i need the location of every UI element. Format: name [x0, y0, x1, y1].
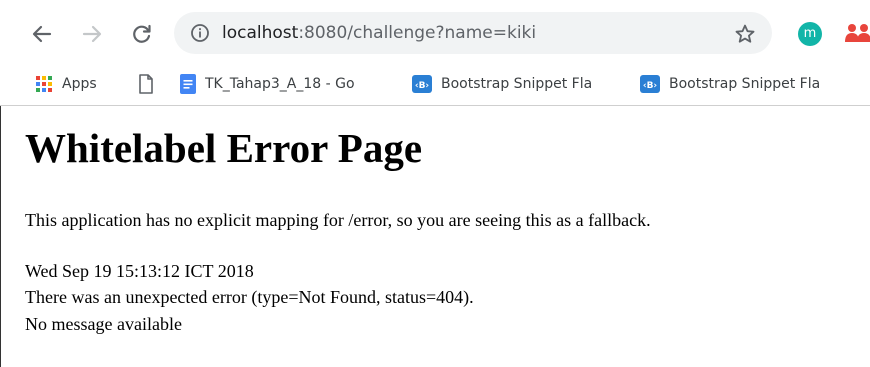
apps-grid-icon — [35, 75, 53, 93]
page-title: Whitelabel Error Page — [25, 125, 423, 171]
bookmarks-bar: Apps TK_Tahap3_A_18 - Go ‹B› Bootstrap S… — [0, 66, 870, 102]
bootstrap-icon: ‹B› — [412, 75, 432, 93]
google-docs-icon — [180, 74, 196, 94]
bookmark-bootstrap-snippet-2[interactable]: ‹B› Bootstrap Snippet Fla — [640, 72, 852, 96]
page-content: Whitelabel Error Page This application h… — [0, 106, 870, 367]
browser-chrome: localhost:8080/challenge?name=kiki m App… — [0, 0, 870, 106]
profile-avatar[interactable]: m — [798, 22, 822, 46]
reload-button[interactable] — [130, 22, 154, 46]
bookmark-blank-page[interactable] — [138, 72, 162, 96]
bookmark-label: Apps — [62, 76, 97, 92]
error-explanation: This application has no explicit mapping… — [25, 210, 651, 230]
forward-button[interactable] — [80, 22, 104, 46]
url-text[interactable]: localhost:8080/challenge?name=kiki — [222, 22, 536, 44]
back-arrow-icon — [32, 25, 52, 43]
bookmark-label: Bootstrap Snippet Fla — [669, 76, 821, 92]
url-host: localhost — [222, 23, 299, 43]
browser-toolbar: localhost:8080/challenge?name=kiki m — [0, 10, 870, 58]
forward-arrow-icon — [82, 25, 102, 43]
svg-text:‹B›: ‹B› — [415, 81, 430, 91]
reload-icon — [133, 24, 151, 43]
address-bar[interactable]: localhost:8080/challenge?name=kiki — [174, 12, 772, 54]
bookmark-bootstrap-snippet-1[interactable]: ‹B› Bootstrap Snippet Fla — [412, 72, 622, 96]
svg-text:‹B›: ‹B› — [643, 81, 658, 91]
error-timestamp: Wed Sep 19 15:13:12 ICT 2018 — [25, 261, 254, 281]
url-path: :8080/challenge?name=kiki — [298, 23, 537, 43]
bookmark-apps[interactable]: Apps — [35, 72, 115, 96]
bookmark-tk-tahap3[interactable]: TK_Tahap3_A_18 - Go — [180, 72, 388, 96]
back-button[interactable] — [30, 22, 54, 46]
bootstrap-icon: ‹B› — [640, 75, 660, 93]
site-info-icon[interactable] — [190, 23, 210, 43]
bookmark-star-icon[interactable] — [734, 23, 756, 45]
bookmark-label: Bootstrap Snippet Fla — [441, 76, 593, 92]
blank-page-icon — [138, 74, 154, 94]
error-detail: There was an unexpected error (type=Not … — [25, 287, 474, 307]
bookmark-label: TK_Tahap3_A_18 - Go — [205, 76, 355, 92]
error-message: No message available — [25, 314, 182, 334]
people-extension-icon[interactable] — [844, 22, 870, 46]
